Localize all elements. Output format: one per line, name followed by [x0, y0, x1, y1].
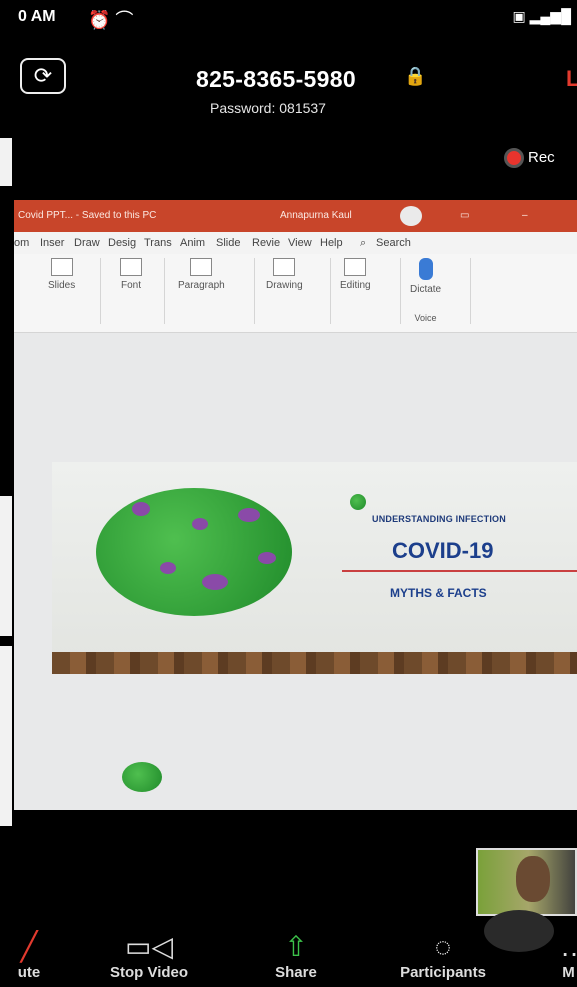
chat-bubble-icon: ◌ [434, 931, 452, 962]
recording-indicator[interactable]: Rec [504, 148, 555, 168]
slide-canvas: UNDERSTANDING INFECTION COVID-19 MYTHS &… [52, 462, 577, 674]
mute-button[interactable]: ╱ ute [14, 930, 44, 981]
ppt-titlebar: Covid PPT... - Saved to this PC Annapurn… [14, 200, 577, 232]
paragraph-icon [190, 258, 213, 276]
left-edge-panel [0, 138, 12, 186]
participants-button[interactable]: ◌ Participants [384, 930, 502, 981]
tab-slideshow[interactable]: Slide [216, 237, 240, 249]
paragraph-group[interactable]: Paragraph [178, 258, 225, 291]
stop-video-label: Stop Video [109, 964, 189, 981]
drawing-group[interactable]: Drawing [266, 258, 303, 291]
participant-face [516, 856, 550, 902]
tab-transitions[interactable]: Trans [144, 237, 172, 249]
ribbon-divider [470, 258, 471, 324]
ribbon-divider [254, 258, 255, 324]
share-label: Share [275, 964, 317, 981]
slides-icon [50, 258, 73, 276]
virus-spot [160, 562, 176, 574]
left-edge-panel [0, 496, 12, 636]
virus-spot [202, 574, 228, 590]
tab-insert[interactable]: Inser [40, 237, 64, 249]
font-label: Font [120, 280, 141, 291]
participants-label: Participants [400, 964, 486, 981]
share-icon: ⇧ [284, 931, 308, 962]
tab-view[interactable]: View [288, 237, 312, 249]
slide-title: COVID-19 [392, 538, 494, 563]
font-group[interactable]: Font [120, 258, 142, 291]
search-icon [344, 258, 367, 276]
user-name: Annapurna Kaul [280, 210, 352, 221]
virus-spot [258, 552, 276, 564]
slide-kicker: UNDERSTANDING INFECTION [372, 514, 506, 524]
more-icon: … [560, 930, 577, 964]
alarm-icon: ⏰ ⌒ [88, 10, 134, 30]
minimize-icon: – [522, 210, 528, 221]
doc-title: Covid PPT... - Saved to this PC [18, 210, 157, 221]
drawing-icon [273, 258, 296, 276]
status-time: 0 AM [18, 8, 56, 25]
ribbon-divider [100, 258, 101, 324]
virus-spot [192, 518, 208, 530]
leave-button[interactable]: L [566, 66, 577, 92]
tab-review[interactable]: Revie [252, 237, 280, 249]
record-label: Rec [528, 148, 555, 166]
virus-spot [132, 502, 150, 516]
ribbon-divider [400, 258, 401, 324]
editing-label: Editing [340, 280, 371, 291]
voice-label: Voice [414, 313, 437, 323]
virus-spot [238, 508, 260, 522]
search-icon[interactable]: ⌕ [360, 237, 366, 250]
ribbon-tabs: om Inser Draw Desig Trans Anim Slide Rev… [14, 232, 577, 254]
self-video-thumbnail[interactable] [476, 848, 577, 916]
editing-group[interactable]: Editing [340, 258, 371, 291]
lock-icon: 🔒 [404, 66, 427, 86]
more-button[interactable]: … M [560, 930, 577, 981]
shared-screen: Covid PPT... - Saved to this PC Annapurn… [14, 200, 577, 810]
paragraph-label: Paragraph [178, 280, 225, 291]
record-icon [504, 148, 524, 168]
signal-icon: ▣ ▂▄▆█ [512, 8, 572, 24]
slides-label: Slides [48, 280, 76, 291]
slides-group[interactable]: Slides [48, 258, 75, 291]
tab-help[interactable]: Help [320, 237, 343, 249]
search-label[interactable]: Search [376, 237, 411, 249]
ribbon: Slides Font Paragraph Drawing Editing Di… [14, 254, 577, 333]
more-label: M [562, 964, 575, 981]
drawing-label: Drawing [266, 280, 303, 291]
mute-label: ute [17, 964, 41, 981]
tab-design[interactable]: Desig [108, 237, 136, 249]
meeting-password: Password: 081537 [210, 100, 326, 116]
dictate-label: Dictate [410, 284, 442, 295]
divider-line [342, 570, 577, 572]
dictate-group[interactable]: Dictate Voice [410, 258, 441, 323]
small-virus-illustration [350, 494, 366, 510]
tab-draw[interactable]: Draw [74, 237, 100, 249]
tab-home[interactable]: om [14, 237, 29, 249]
share-button[interactable]: ⇧ Share [262, 930, 330, 981]
ribbon-divider [330, 258, 331, 324]
font-icon [120, 258, 142, 276]
microphone-icon: ╱ [20, 931, 38, 962]
virus-decoration [122, 762, 162, 792]
status-bar: 0 AM ⏰ ⌒ ▣ ▂▄▆█ [12, 0, 577, 36]
video-camera-icon: ▭◁ [125, 931, 173, 962]
switch-camera-icon[interactable]: ⟳ [20, 58, 66, 94]
ribbon-divider [164, 258, 165, 324]
tab-animations[interactable]: Anim [180, 237, 205, 249]
microphone-icon [418, 258, 433, 280]
meeting-id: 825-8365-5980 [196, 66, 356, 92]
avatar [400, 206, 422, 226]
left-edge-panel [0, 646, 12, 826]
stop-video-button[interactable]: ▭◁ Stop Video [96, 930, 202, 981]
slide-subtitle: MYTHS & FACTS [390, 586, 487, 600]
ribbon-display-icon: ▭ [460, 210, 470, 221]
wood-floor [52, 652, 577, 674]
